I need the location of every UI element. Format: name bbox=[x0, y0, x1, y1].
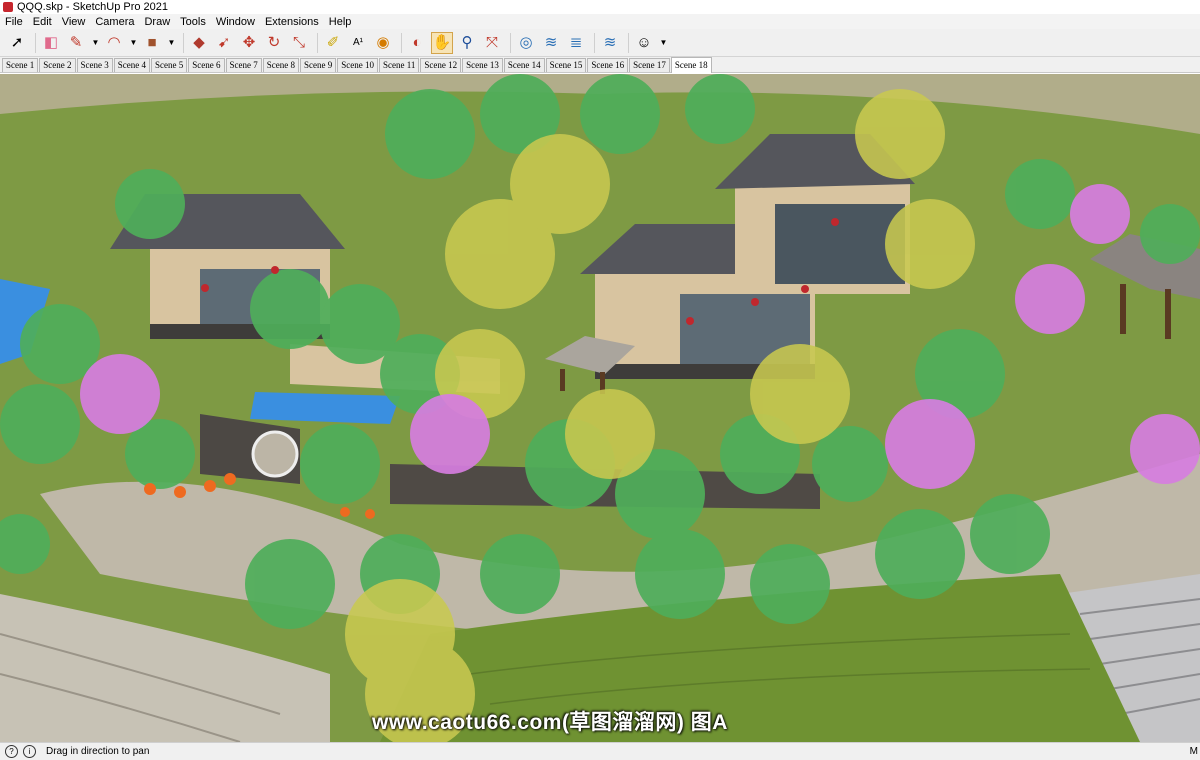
help-question-icon[interactable]: ? bbox=[5, 745, 18, 758]
window-title: QQQ.skp - SketchUp Pro 2021 bbox=[17, 1, 169, 13]
tab-scene-2[interactable]: Scene 2 bbox=[39, 58, 76, 72]
menu-edit[interactable]: Edit bbox=[28, 16, 57, 28]
info-icon[interactable]: i bbox=[23, 745, 36, 758]
toolbar-separator bbox=[35, 32, 36, 53]
arc-dropdown-icon[interactable]: ▼ bbox=[128, 32, 138, 54]
tab-scene-12[interactable]: Scene 12 bbox=[420, 58, 462, 72]
tab-scene-8[interactable]: Scene 8 bbox=[262, 58, 299, 72]
zoom-icon[interactable]: ⚲ bbox=[456, 32, 478, 54]
rotate-icon[interactable]: ↻ bbox=[263, 32, 285, 54]
scene-tabs: Scene 1 Scene 2 Scene 3 Scene 4 Scene 5 … bbox=[0, 57, 1200, 73]
tab-scene-13[interactable]: Scene 13 bbox=[462, 58, 503, 72]
menu-view[interactable]: View bbox=[57, 16, 91, 28]
tab-scene-5[interactable]: Scene 5 bbox=[151, 58, 188, 72]
tab-scene-15[interactable]: Scene 15 bbox=[545, 58, 587, 72]
move-icon[interactable]: ✥ bbox=[238, 32, 260, 54]
profile-icon[interactable]: ☺ bbox=[633, 32, 655, 54]
menu-extensions[interactable]: Extensions bbox=[260, 16, 324, 28]
tab-scene-14[interactable]: Scene 14 bbox=[503, 58, 545, 72]
tab-scene-1[interactable]: Scene 1 bbox=[2, 58, 39, 72]
toolbar-separator bbox=[594, 32, 595, 53]
menu-file[interactable]: File bbox=[0, 16, 28, 28]
text-label-icon[interactable]: A¹ bbox=[347, 32, 369, 54]
status-hint: Drag in direction to pan bbox=[46, 746, 150, 757]
status-bar: ? i Drag in direction to pan M bbox=[0, 742, 1200, 760]
toolbar-separator bbox=[510, 32, 511, 53]
profile-dropdown-icon[interactable]: ▼ bbox=[658, 32, 668, 54]
pencil-line-icon[interactable]: ✎ bbox=[65, 32, 87, 54]
paint-bucket-icon[interactable]: ◉ bbox=[372, 32, 394, 54]
tab-scene-3[interactable]: Scene 3 bbox=[76, 58, 113, 72]
tab-scene-18[interactable]: Scene 18 bbox=[670, 57, 712, 73]
tab-scene-7[interactable]: Scene 7 bbox=[225, 58, 262, 72]
shape-dropdown-icon[interactable]: ▼ bbox=[166, 32, 176, 54]
menu-help[interactable]: Help bbox=[324, 16, 357, 28]
tab-scene-10[interactable]: Scene 10 bbox=[337, 58, 378, 72]
rectangle-shape-icon[interactable]: ■ bbox=[141, 32, 163, 54]
model-scene bbox=[0, 74, 1200, 742]
menu-bar: File Edit View Camera Draw Tools Window … bbox=[0, 14, 1200, 29]
fountain-pool bbox=[250, 392, 400, 424]
menu-window[interactable]: Window bbox=[211, 16, 260, 28]
zoom-extents-icon[interactable]: ⤧ bbox=[481, 32, 503, 54]
tab-scene-9[interactable]: Scene 9 bbox=[300, 58, 337, 72]
orbit-icon[interactable]: ◐ bbox=[406, 32, 428, 54]
sketchup-logo-icon bbox=[3, 2, 13, 12]
pan-hand-icon[interactable]: ✋ bbox=[431, 31, 453, 54]
sandbox-from-contours-icon[interactable]: ≋ bbox=[540, 32, 562, 54]
toolbar-separator bbox=[401, 32, 402, 53]
toolbar-separator bbox=[183, 32, 184, 53]
line-dropdown-icon[interactable]: ▼ bbox=[90, 32, 100, 54]
watermark-text: www.caotu66.com(草图溜溜网) 图A bbox=[372, 711, 728, 734]
follow-me-icon[interactable]: ➹ bbox=[213, 32, 235, 54]
tab-scene-6[interactable]: Scene 6 bbox=[188, 58, 225, 72]
position-camera-icon[interactable]: ◎ bbox=[515, 32, 537, 54]
menu-draw[interactable]: Draw bbox=[139, 16, 175, 28]
moon-gate bbox=[251, 430, 299, 478]
toolbar-separator bbox=[317, 32, 318, 53]
main-toolbar: ➚ ◧ ✎ ▼ ◠ ▼ ■ ▼ ◆ ➹ ✥ ↻ ⤡ ✐ A¹ ◉ ◐ ✋ ⚲ ⤧… bbox=[0, 29, 1200, 57]
model-viewport[interactable]: www.caotu66.com(草图溜溜网) 图A bbox=[0, 74, 1200, 742]
tab-scene-4[interactable]: Scene 4 bbox=[113, 58, 150, 72]
arc-icon[interactable]: ◠ bbox=[103, 32, 125, 54]
scale-icon[interactable]: ⤡ bbox=[288, 32, 310, 54]
push-pull-icon[interactable]: ◆ bbox=[188, 32, 210, 54]
menu-tools[interactable]: Tools bbox=[175, 16, 211, 28]
sandbox-drape-icon[interactable]: ≋ bbox=[599, 32, 621, 54]
tab-scene-17[interactable]: Scene 17 bbox=[629, 58, 670, 72]
toolbar-separator bbox=[628, 32, 629, 53]
eraser-icon[interactable]: ◧ bbox=[40, 32, 62, 54]
tab-scene-11[interactable]: Scene 11 bbox=[379, 58, 420, 72]
menu-camera[interactable]: Camera bbox=[90, 16, 139, 28]
title-bar: QQQ.skp - SketchUp Pro 2021 bbox=[0, 0, 1200, 14]
select-arrow-icon[interactable]: ➚ bbox=[6, 32, 28, 54]
measurements-label: M bbox=[1189, 746, 1198, 757]
tape-measure-icon[interactable]: ✐ bbox=[322, 32, 344, 54]
tab-scene-16[interactable]: Scene 16 bbox=[587, 58, 629, 72]
sandbox-smoove-icon[interactable]: ≣ bbox=[565, 32, 587, 54]
